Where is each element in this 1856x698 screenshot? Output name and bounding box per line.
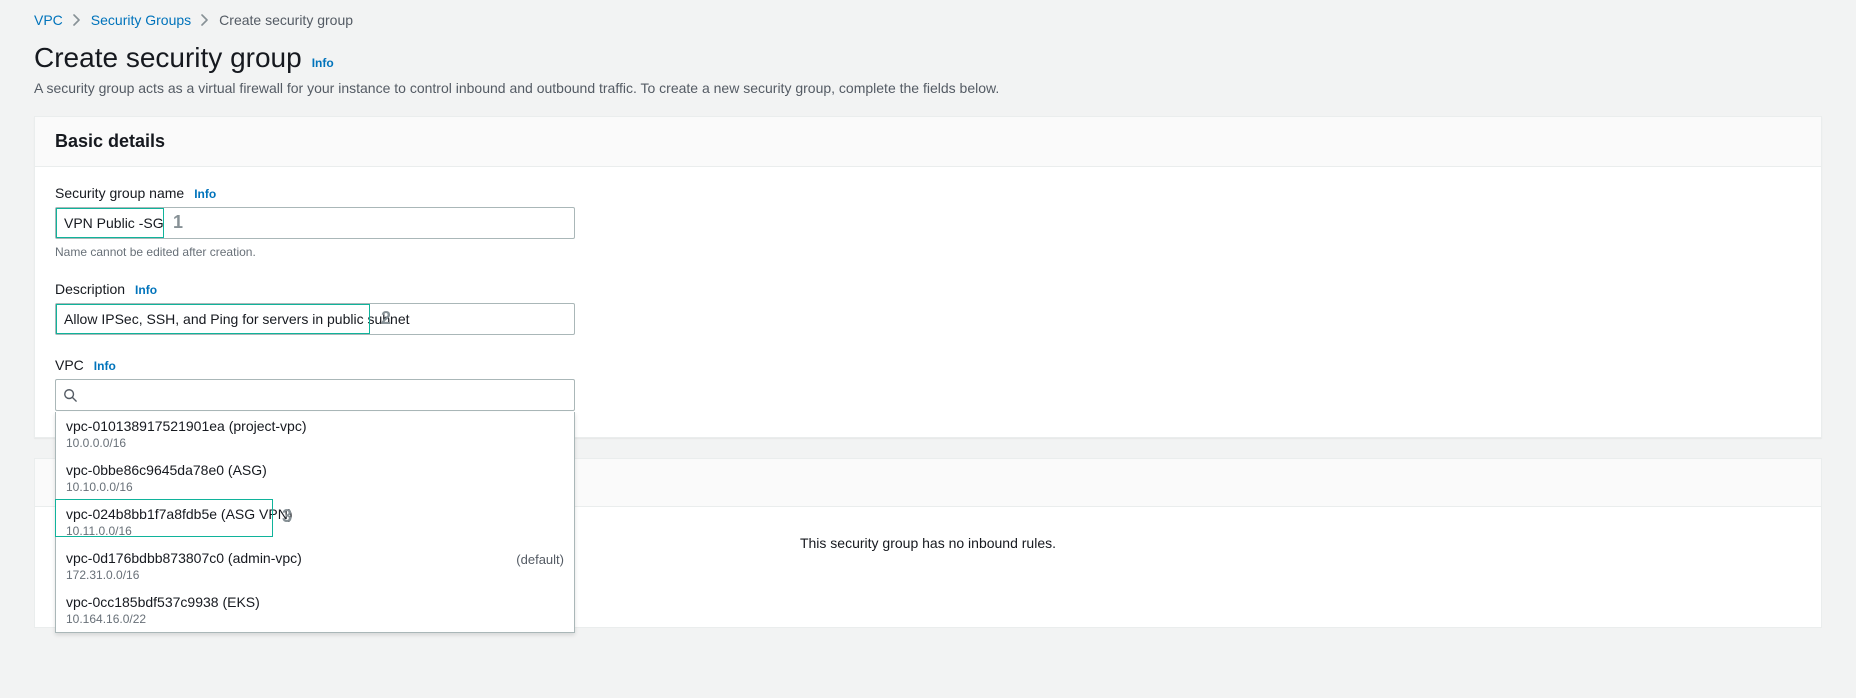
sg-name-label: Security group name	[55, 185, 184, 201]
vpc-option-primary: vpc-0cc185bdf537c9938 (EKS)	[66, 594, 564, 610]
vpc-option[interactable]: vpc-0cc185bdf537c9938 (EKS) 10.164.16.0/…	[56, 588, 574, 632]
vpc-option-secondary: 10.11.0.0/16	[66, 524, 564, 538]
vpc-option-primary: vpc-024b8bb1f7a8fdb5e (ASG VPN)	[66, 506, 564, 522]
basic-details-card: Basic details Security group name Info 1…	[34, 116, 1822, 438]
search-icon	[63, 388, 77, 402]
vpc-option-secondary: 10.10.0.0/16	[66, 480, 564, 494]
breadcrumb-vpc[interactable]: VPC	[34, 12, 63, 28]
chevron-right-icon	[201, 14, 209, 26]
vpc-option-primary: vpc-010138917521901ea (project-vpc)	[66, 418, 564, 434]
page-title: Create security group	[34, 42, 302, 74]
vpc-info-link[interactable]: Info	[94, 359, 116, 373]
breadcrumb-security-groups[interactable]: Security Groups	[91, 12, 191, 28]
vpc-option-secondary: 10.164.16.0/22	[66, 612, 564, 626]
basic-details-header: Basic details	[35, 117, 1821, 167]
breadcrumb: VPC Security Groups Create security grou…	[34, 4, 1822, 42]
vpc-option[interactable]: vpc-024b8bb1f7a8fdb5e (ASG VPN) 10.11.0.…	[56, 500, 574, 544]
vpc-option-primary: vpc-0bbe86c9645da78e0 (ASG)	[66, 462, 564, 478]
description-input[interactable]	[55, 303, 575, 335]
breadcrumb-current: Create security group	[219, 12, 353, 28]
vpc-option-secondary: 10.0.0.0/16	[66, 436, 564, 450]
sg-name-info-link[interactable]: Info	[194, 187, 216, 201]
vpc-label: VPC	[55, 357, 84, 373]
vpc-option[interactable]: vpc-0bbe86c9645da78e0 (ASG) 10.10.0.0/16	[56, 456, 574, 500]
vpc-option-flag: (default)	[516, 552, 564, 567]
description-info-link[interactable]: Info	[135, 283, 157, 297]
page-subtitle: A security group acts as a virtual firew…	[34, 80, 1822, 96]
description-label: Description	[55, 281, 125, 297]
vpc-dropdown: vpc-010138917521901ea (project-vpc) 10.0…	[55, 412, 575, 633]
field-description: Description Info 2	[55, 281, 1801, 335]
sg-name-help: Name cannot be edited after creation.	[55, 245, 1801, 259]
sg-name-input[interactable]	[55, 207, 575, 239]
vpc-option-secondary: 172.31.0.0/16	[66, 568, 564, 582]
vpc-search-input[interactable]	[55, 379, 575, 411]
chevron-right-icon	[73, 14, 81, 26]
field-vpc: VPC Info vpc-010138917521901ea (pr	[55, 357, 1801, 411]
page-info-link[interactable]: Info	[312, 56, 334, 70]
vpc-option-primary: vpc-0d176bdbb873807c0 (admin-vpc)	[66, 550, 564, 566]
field-security-group-name: Security group name Info 1 Name cannot b…	[55, 185, 1801, 259]
vpc-option[interactable]: vpc-0d176bdbb873807c0 (admin-vpc) 172.31…	[56, 544, 574, 588]
vpc-option[interactable]: vpc-010138917521901ea (project-vpc) 10.0…	[56, 412, 574, 456]
